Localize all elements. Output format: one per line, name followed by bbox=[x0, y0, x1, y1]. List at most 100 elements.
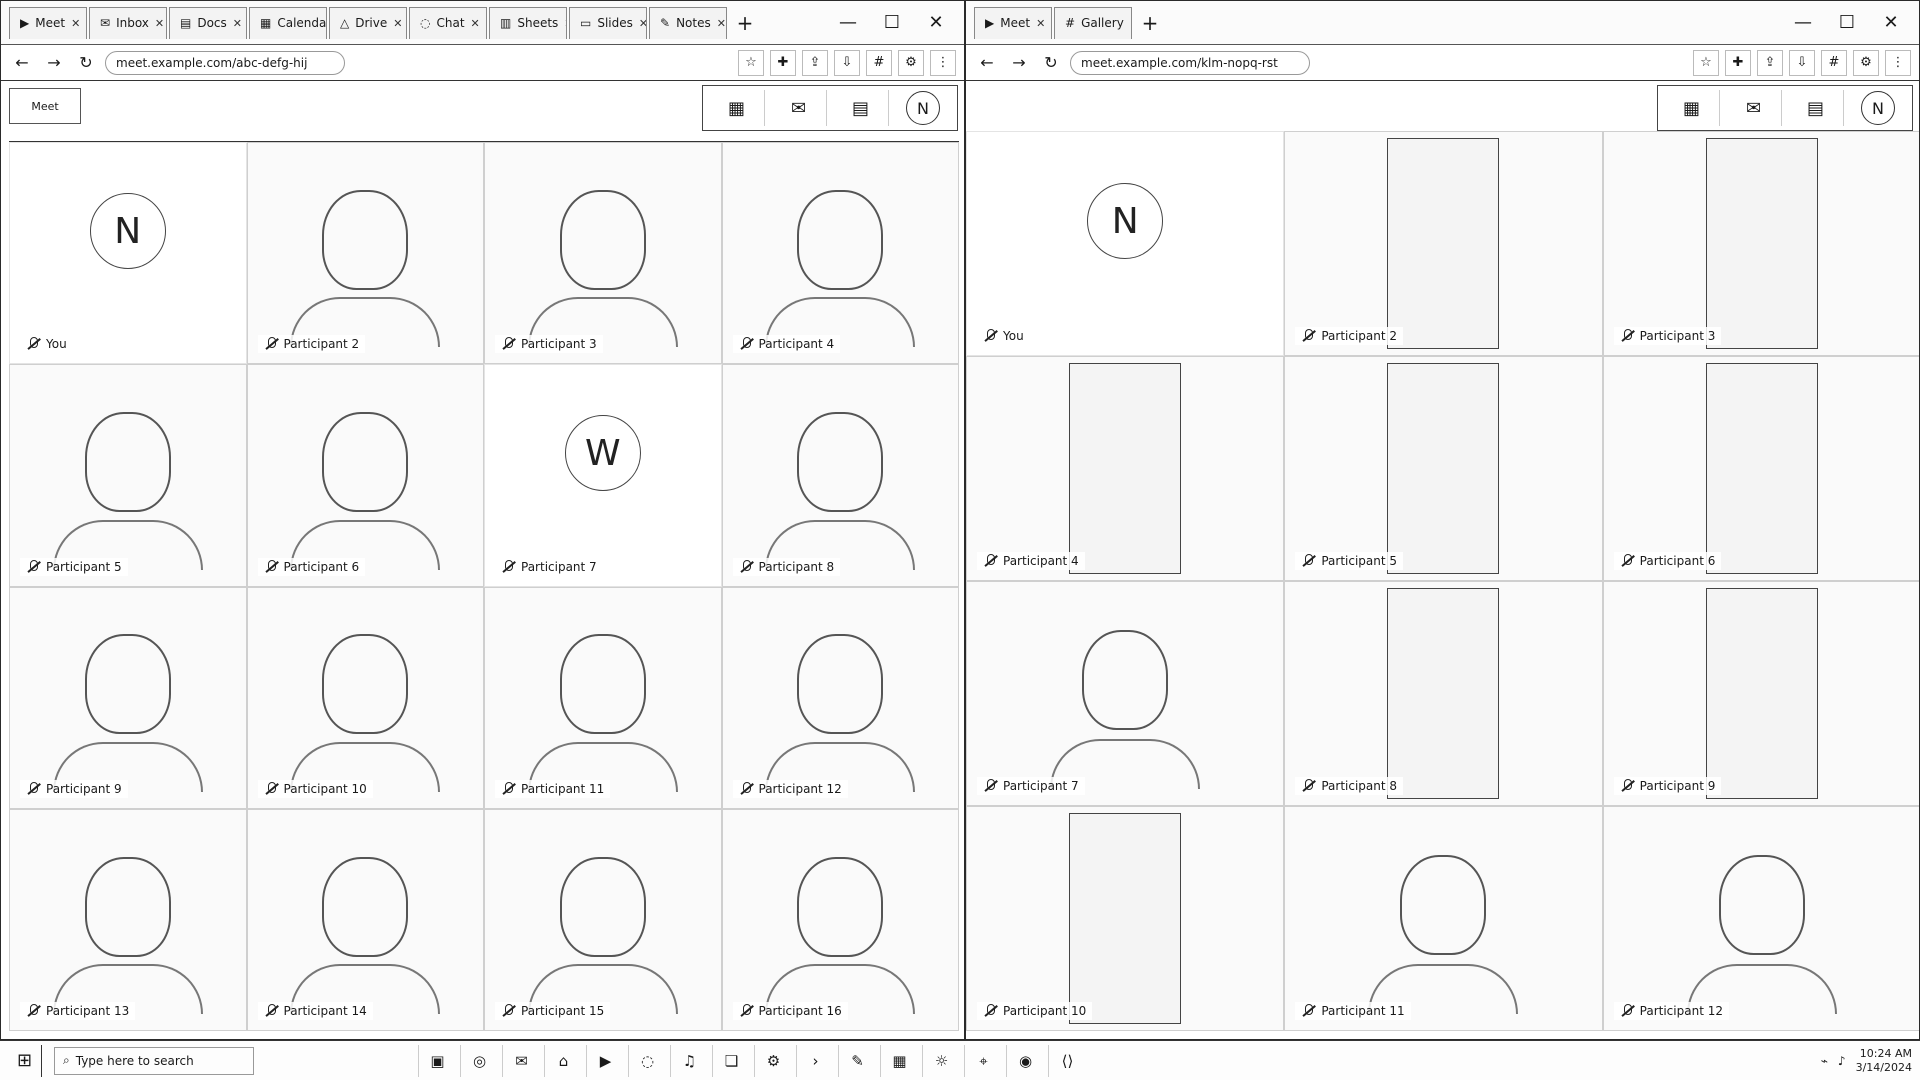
reload-icon[interactable]: ↻ bbox=[73, 50, 99, 76]
menu-icon[interactable]: ⋮ bbox=[1885, 49, 1911, 76]
participant-tile[interactable]: Participant 3 bbox=[484, 142, 722, 365]
photos-icon[interactable]: ❏ bbox=[712, 1044, 750, 1077]
participant-tile[interactable]: N You bbox=[9, 142, 247, 365]
minimize-icon[interactable]: — bbox=[828, 7, 868, 39]
music-icon[interactable]: ♫ bbox=[670, 1044, 708, 1077]
extension-icon[interactable]: ✚ bbox=[770, 49, 796, 76]
tab-chat[interactable]: ◌ Chat ✕ bbox=[409, 6, 487, 39]
close-icon[interactable]: ✕ bbox=[916, 7, 956, 39]
participant-tile[interactable]: Participant 16 bbox=[721, 808, 959, 1031]
volume-icon[interactable]: ♪ bbox=[1838, 1054, 1846, 1068]
grid-icon[interactable]: # bbox=[866, 49, 892, 76]
calendar-icon[interactable]: ▦ bbox=[880, 1044, 918, 1077]
mail-icon[interactable]: ✉ bbox=[502, 1044, 540, 1077]
chat-icon[interactable]: ✉ bbox=[771, 90, 827, 126]
settings-icon[interactable]: ⚙ bbox=[1853, 49, 1879, 76]
participant-tile[interactable]: Participant 2 bbox=[246, 142, 484, 365]
participant-tile[interactable]: Participant 8 bbox=[1284, 581, 1603, 806]
camera-icon[interactable]: ◉ bbox=[1006, 1044, 1044, 1077]
close-tab-icon[interactable]: ✕ bbox=[71, 17, 80, 30]
grid-icon[interactable]: # bbox=[1821, 49, 1847, 76]
new-tab-button[interactable]: + bbox=[1136, 9, 1164, 37]
reload-icon[interactable]: ↻ bbox=[1038, 50, 1064, 76]
back-icon[interactable]: ← bbox=[9, 50, 35, 76]
tab-gallery[interactable]: # Gallery ✕ bbox=[1054, 6, 1132, 39]
close-tab-icon[interactable]: ✕ bbox=[717, 17, 726, 30]
participant-tile[interactable]: Participant 10 bbox=[966, 806, 1285, 1031]
participant-tile[interactable]: Participant 5 bbox=[9, 364, 247, 587]
activities-icon[interactable]: ▤ bbox=[833, 90, 889, 126]
address-bar[interactable]: meet.example.com/klm-nopq-rst bbox=[1070, 50, 1310, 75]
tab-docs[interactable]: ▤ Docs ✕ bbox=[169, 6, 247, 39]
network-icon[interactable]: ⌁ bbox=[1821, 1054, 1828, 1068]
file-explorer-icon[interactable]: ▣ bbox=[418, 1044, 456, 1077]
maps-icon[interactable]: ⌖ bbox=[964, 1044, 1002, 1077]
close-icon[interactable]: ✕ bbox=[1871, 7, 1911, 39]
participant-tile[interactable]: Participant 4 bbox=[721, 142, 959, 365]
participant-tile[interactable]: Participant 12 bbox=[1602, 806, 1919, 1031]
participant-tile[interactable]: Participant 8 bbox=[721, 364, 959, 587]
close-tab-icon[interactable]: ✕ bbox=[393, 17, 402, 30]
participant-tile[interactable]: Participant 7 bbox=[966, 581, 1285, 806]
terminal-icon[interactable]: › bbox=[796, 1044, 834, 1077]
minimize-icon[interactable]: — bbox=[1783, 7, 1823, 39]
star-icon[interactable]: ☆ bbox=[1693, 49, 1719, 76]
address-bar[interactable]: meet.example.com/abc-defg-hij bbox=[105, 50, 345, 75]
tab-meet[interactable]: ▶ Meet ✕ bbox=[9, 6, 87, 39]
tab-inbox[interactable]: ✉ Inbox ✕ bbox=[89, 6, 167, 39]
participant-tile[interactable]: W Participant 7 bbox=[484, 364, 722, 587]
close-tab-icon[interactable]: ✕ bbox=[639, 17, 646, 30]
activities-icon[interactable]: ▤ bbox=[1788, 90, 1844, 126]
store-icon[interactable]: ⌂ bbox=[544, 1044, 582, 1077]
close-tab-icon[interactable]: ✕ bbox=[155, 17, 164, 30]
account-avatar[interactable]: N bbox=[895, 90, 951, 126]
share-icon[interactable]: ⇪ bbox=[1757, 49, 1783, 76]
tab-slides[interactable]: ▭ Slides ✕ bbox=[569, 6, 647, 39]
participant-tile[interactable]: Participant 5 bbox=[1284, 356, 1603, 581]
taskbar-search[interactable]: ⌕ Type here to search bbox=[54, 1046, 254, 1075]
participants-icon[interactable]: ▦ bbox=[709, 90, 765, 126]
participant-tile[interactable]: Participant 9 bbox=[1602, 581, 1919, 806]
share-icon[interactable]: ⇪ bbox=[802, 49, 828, 76]
close-tab-icon[interactable]: ✕ bbox=[233, 17, 242, 30]
participant-tile[interactable]: Participant 14 bbox=[246, 808, 484, 1031]
participant-tile[interactable]: Participant 3 bbox=[1602, 131, 1919, 356]
star-icon[interactable]: ☆ bbox=[738, 49, 764, 76]
tab-meet[interactable]: ▶ Meet ✕ bbox=[974, 6, 1052, 39]
back-icon[interactable]: ← bbox=[974, 50, 1000, 76]
close-tab-icon[interactable]: ✕ bbox=[1130, 17, 1131, 30]
download-icon[interactable]: ⇩ bbox=[834, 49, 860, 76]
chat-icon[interactable]: ✉ bbox=[1726, 90, 1782, 126]
participant-tile[interactable]: Participant 2 bbox=[1284, 131, 1603, 356]
participant-tile[interactable]: Participant 6 bbox=[246, 364, 484, 587]
close-tab-icon[interactable]: ✕ bbox=[1036, 17, 1045, 30]
participant-tile[interactable]: Participant 15 bbox=[484, 808, 722, 1031]
menu-icon[interactable]: ⋮ bbox=[930, 49, 956, 76]
extension-icon[interactable]: ✚ bbox=[1725, 49, 1751, 76]
settings-icon[interactable]: ⚙ bbox=[754, 1044, 792, 1077]
participant-tile[interactable]: Participant 11 bbox=[484, 586, 722, 809]
participant-tile[interactable]: Participant 6 bbox=[1602, 356, 1919, 581]
tab-sheets[interactable]: ▥ Sheets ✕ bbox=[489, 6, 567, 39]
settings-icon[interactable]: ⚙ bbox=[898, 49, 924, 76]
browser-icon[interactable]: ◎ bbox=[460, 1044, 498, 1077]
participant-tile[interactable]: N You bbox=[966, 131, 1285, 356]
start-menu-icon[interactable]: ⊞ bbox=[8, 1044, 42, 1077]
account-avatar[interactable]: N bbox=[1850, 90, 1906, 126]
tab-notes[interactable]: ✎ Notes ✕ bbox=[649, 6, 727, 39]
close-tab-icon[interactable]: ✕ bbox=[471, 17, 480, 30]
download-icon[interactable]: ⇩ bbox=[1789, 49, 1815, 76]
chat-icon[interactable]: ◌ bbox=[628, 1044, 666, 1077]
notes-icon[interactable]: ✎ bbox=[838, 1044, 876, 1077]
participant-tile[interactable]: Participant 12 bbox=[721, 586, 959, 809]
maximize-icon[interactable]: ☐ bbox=[872, 7, 912, 39]
weather-icon[interactable]: ☼ bbox=[922, 1044, 960, 1077]
video-icon[interactable]: ▶ bbox=[586, 1044, 624, 1077]
participants-icon[interactable]: ▦ bbox=[1664, 90, 1720, 126]
tab-drive[interactable]: △ Drive ✕ bbox=[329, 6, 407, 39]
forward-icon[interactable]: → bbox=[1006, 50, 1032, 76]
clock[interactable]: 10:24 AM 3/14/2024 bbox=[1856, 1047, 1912, 1075]
participant-tile[interactable]: Participant 11 bbox=[1284, 806, 1603, 1031]
participant-tile[interactable]: Participant 9 bbox=[9, 586, 247, 809]
participant-tile[interactable]: Participant 10 bbox=[246, 586, 484, 809]
